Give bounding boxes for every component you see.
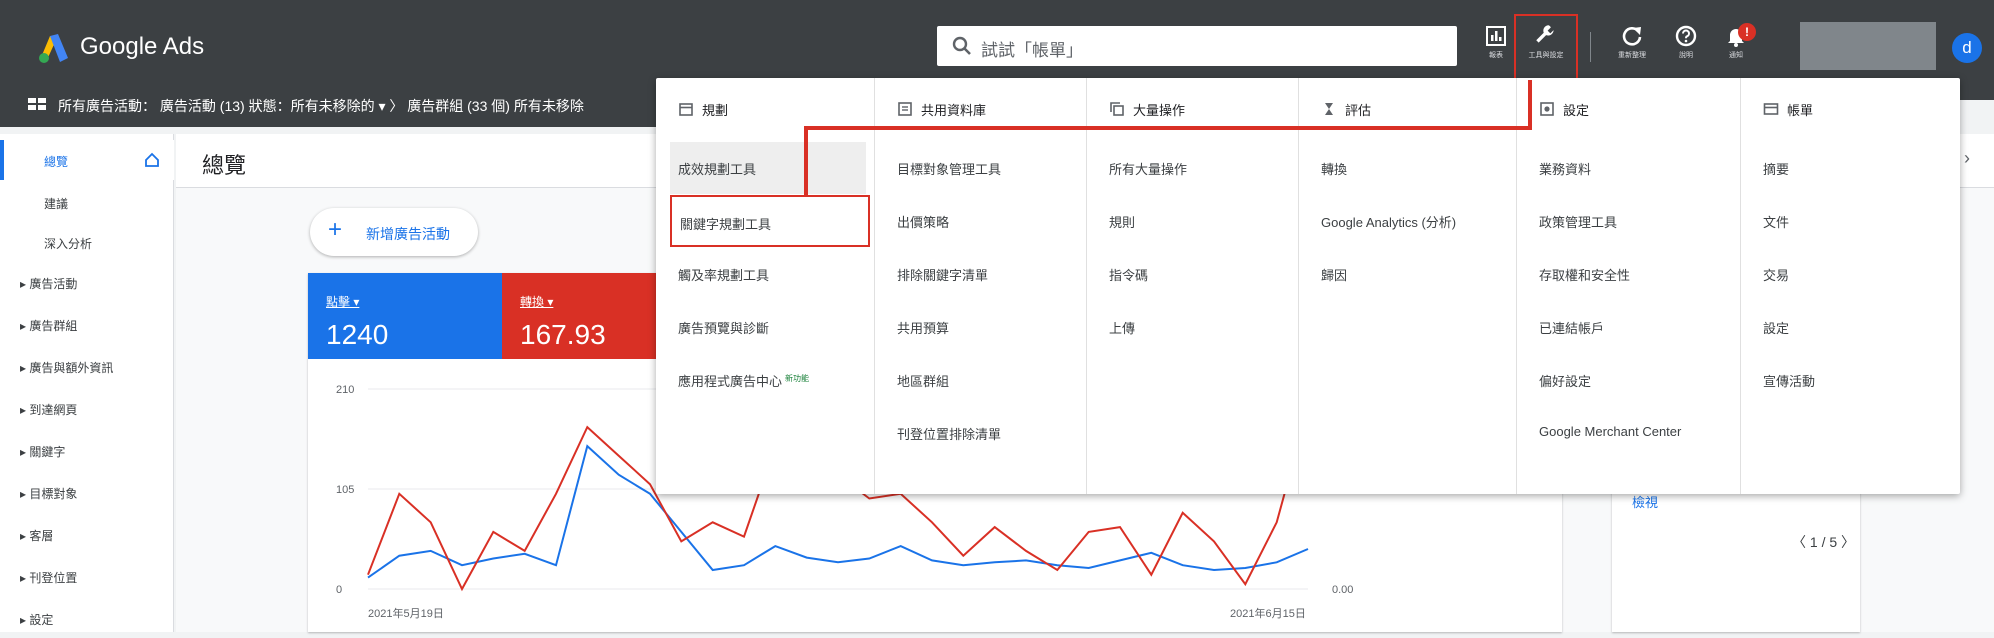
refresh-button[interactable]: 重新整理: [1602, 18, 1662, 78]
metric-label[interactable]: 點擊 ▾: [326, 293, 359, 310]
google-ads-logo[interactable]: [36, 30, 70, 64]
copy-icon: [1110, 102, 1124, 116]
sidebar-item-keywords[interactable]: ▸ 關鍵字: [0, 430, 174, 470]
y2-tick-label: 0.00: [1332, 584, 1353, 596]
calendar-icon: [679, 103, 693, 116]
menu-header-billing: 帳單: [1763, 100, 1813, 119]
x-tick-label: 2021年5月19日: [368, 606, 444, 620]
annotation-line-vertical-left: [804, 126, 808, 196]
refresh-label: 重新整理: [1618, 52, 1646, 59]
sidebar-item-label: 總覽: [44, 155, 69, 169]
y-tick-label: 210: [336, 384, 354, 396]
sidebar-item-overview[interactable]: 總覽: [0, 140, 174, 180]
menu-header-setup: 設定: [1539, 100, 1589, 119]
sidebar-item-settings[interactable]: ▸ 設定: [0, 598, 174, 638]
plus-icon: +: [328, 216, 343, 243]
metric-label[interactable]: 轉換 ▾: [520, 293, 553, 310]
filter-bar[interactable]: 所有廣告活動： 廣告活動 (13) 狀態：所有未移除的 ▾ 〉 廣告群組 (33…: [0, 82, 660, 127]
menu-column-measurement: 評估 轉換 Google Analytics (分析) 歸因: [1298, 78, 1516, 494]
menu-column-shared-library: 共用資料庫 目標對象管理工具 出價策略 排除關鍵字清單 共用預算 地區群組 刊登…: [874, 78, 1086, 494]
notifications-button[interactable]: 通知: [1706, 18, 1766, 78]
menu-item-app-advertising-hub[interactable]: 應用程式廣告中心 新功能: [670, 354, 866, 406]
sidebar-item-label: ▸ 客層: [20, 529, 54, 543]
view-link[interactable]: 檢視: [1632, 492, 1658, 511]
menu-header-measurement: 評估: [1321, 100, 1371, 119]
wrench-icon: [1536, 25, 1554, 43]
avatar[interactable]: d: [1952, 33, 1982, 63]
refresh-icon: [1622, 27, 1642, 46]
new-campaign-button[interactable]: + 新增廣告活動: [310, 208, 478, 256]
notification-badge: !: [1738, 23, 1756, 41]
search-icon: [952, 36, 971, 55]
sidebar-item-label: ▸ 目標對象: [20, 487, 78, 501]
metric-value: 167.93: [520, 319, 606, 350]
tools-label: 工具與設定: [1528, 52, 1564, 59]
home-icon: [145, 152, 159, 167]
sidebar-item-campaigns[interactable]: ▸ 廣告活動: [0, 262, 174, 302]
annotation-line-horizontal: [804, 126, 1532, 130]
sidebar-item-demographics[interactable]: ▸ 客層: [0, 514, 174, 554]
toolbar-divider: [1590, 32, 1591, 62]
sidebar-item-ads-extensions[interactable]: ▸ 廣告與額外資訊: [0, 346, 174, 386]
filter-breadcrumb[interactable]: 所有廣告活動： 廣告活動 (13) 狀態：所有未移除的 ▾ 〉 廣告群組 (33…: [58, 96, 584, 116]
sidebar-item-label: ▸ 刊登位置: [20, 571, 78, 585]
page-title: 總覽: [202, 153, 247, 178]
menu-item-ad-preview[interactable]: 廣告預覽與診斷: [670, 301, 866, 353]
sidebar-item-label: ▸ 廣告活動: [20, 277, 78, 291]
sidebar-item-ad-groups[interactable]: ▸ 廣告群組: [0, 304, 174, 344]
app-title: Google Ads: [80, 33, 205, 60]
sidebar-item-landing-pages[interactable]: ▸ 到達網頁: [0, 388, 174, 428]
sidebar-item-insights[interactable]: 深入分析: [0, 222, 174, 262]
metric-clicks[interactable]: 點擊 ▾ 1240: [308, 273, 502, 359]
hourglass-icon: [1325, 103, 1333, 115]
menu-column-bulk-actions: 大量操作 所有大量操作 規則 指令碼 上傳: [1086, 78, 1298, 494]
menu-header-bulk-actions: 大量操作: [1109, 100, 1185, 119]
menu-column-planning: 規劃 成效規劃工具 關鍵字規劃工具 觸及率規劃工具 廣告預覽與診斷 應用程式廣告…: [656, 78, 874, 494]
menu-item-performance-planner[interactable]: 成效規劃工具: [670, 142, 866, 194]
sidebar-item-label: ▸ 廣告群組: [20, 319, 78, 333]
sidebar-item-label: ▸ 廣告與額外資訊: [20, 361, 114, 375]
account-selector[interactable]: [1800, 22, 1936, 70]
menu-column-billing: 帳單 摘要 文件 交易 設定 宣傳活動: [1740, 78, 1960, 494]
grid-icon: [28, 98, 46, 110]
menu-column-setup: 設定 業務資料 政策管理工具 存取權和安全性 已連結帳戶 偏好設定 Google…: [1516, 78, 1740, 494]
sidebar-item-placements[interactable]: ▸ 刊登位置: [0, 556, 174, 596]
annotation-line-vertical-right: [1528, 80, 1532, 130]
new-feature-badge: 新功能: [785, 373, 810, 383]
help-icon: [1675, 25, 1697, 47]
x-tick-label: 2021年6月15日: [1230, 606, 1306, 620]
pager[interactable]: 〈 1 / 5 〉: [1792, 532, 1855, 552]
sidebar-item-label: 建議: [44, 197, 69, 211]
menu-item-keyword-planner[interactable]: 關鍵字規劃工具: [670, 195, 870, 247]
settings-icon: [1540, 102, 1554, 116]
chevron-right-icon[interactable]: ›: [1964, 148, 1970, 169]
menu-item-reach-planner[interactable]: 觸及率規劃工具: [670, 248, 866, 300]
menu-header-planning: 規劃: [678, 100, 728, 119]
y-tick-label: 105: [336, 484, 354, 496]
search-placeholder: 試試「帳單」: [981, 41, 1083, 60]
sidebar: 總覽 建議 深入分析 ▸ 廣告活動 ▸ 廣告群組 ▸ 廣告與額外資訊 ▸ 到達網…: [0, 134, 174, 632]
metric-value: 1240: [326, 319, 389, 350]
menu-header-shared-library: 共用資料庫: [897, 100, 986, 119]
reports-icon: [1486, 26, 1506, 46]
library-icon: [898, 102, 912, 116]
new-campaign-label: 新增廣告活動: [366, 226, 450, 242]
sidebar-item-label: ▸ 到達網頁: [20, 403, 78, 417]
sidebar-item-label: ▸ 關鍵字: [20, 445, 66, 459]
tools-settings-button[interactable]: 工具與設定: [1514, 14, 1578, 80]
sidebar-item-label: ▸ 設定: [20, 613, 54, 627]
sidebar-item-audiences[interactable]: ▸ 目標對象: [0, 472, 174, 512]
tools-menu: 規劃 成效規劃工具 關鍵字規劃工具 觸及率規劃工具 廣告預覽與診斷 應用程式廣告…: [656, 78, 1960, 494]
notifications-label: 通知: [1729, 52, 1743, 59]
sidebar-item-recommendations[interactable]: 建議: [0, 182, 174, 222]
card-icon: [1763, 103, 1779, 115]
sidebar-item-label: 深入分析: [44, 237, 93, 251]
y-tick-label: 0: [336, 584, 342, 596]
search-box[interactable]: 試試「帳單」: [937, 26, 1457, 66]
